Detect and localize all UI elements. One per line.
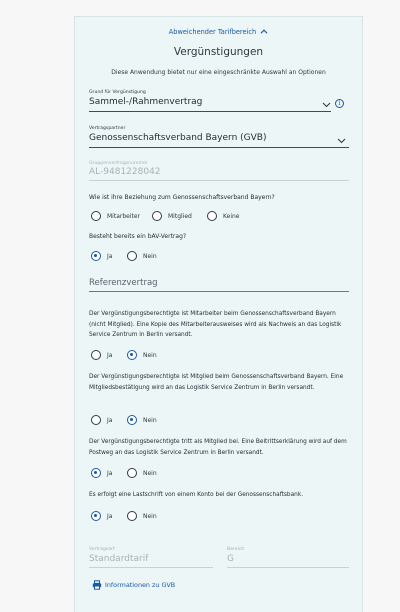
grund-underline [89, 111, 331, 112]
radio-bav-nein-label: Nein [143, 253, 157, 260]
section-title: Vergünstigungen [173, 46, 264, 58]
radio-beitritt-nein[interactable] [127, 468, 137, 478]
radio-lastschrift-nein[interactable] [127, 511, 137, 521]
radio-mitglied-ja[interactable] [91, 415, 101, 425]
radio-beitritt-ja-label: Ja [107, 470, 113, 477]
radio-keine[interactable] [207, 211, 217, 221]
lastschrift-question: Es erfolgt eine Lastschrift von einem Ko… [89, 492, 304, 498]
gruppe-label: Gruppenvertragsnummer [89, 161, 148, 166]
print-icon [92, 580, 102, 590]
referenz-input[interactable]: Referenzvertrag [89, 278, 158, 288]
bereich-underline [227, 567, 349, 568]
radio-mitarbeiter-ja[interactable] [91, 350, 101, 360]
beziehung-question: Wie ist ihre Beziehung zum Genossenschaf… [89, 194, 275, 201]
referenz-underline [89, 291, 349, 292]
radio-lastschrift-ja[interactable] [91, 511, 101, 521]
info-link-label: Informationen zu GVB [105, 581, 176, 589]
gruppe-value: AL-9481228042 [89, 167, 161, 177]
chevron-down-icon[interactable] [337, 138, 346, 144]
bereich-label: Bereich [227, 547, 245, 552]
bereich-value: G [227, 554, 234, 564]
radio-bav-ja-label: Ja [107, 253, 113, 260]
partner-select-value[interactable]: Genossenschaftsverband Bayern (GVB) [89, 133, 266, 143]
discount-panel: Abweichender Tarifbereich Vergünstigunge… [74, 16, 363, 612]
vertragsart-value: Standardtarif [89, 554, 149, 564]
tarifbereich-toggle-label: Abweichender Tarifbereich [168, 28, 257, 36]
radio-bav-nein[interactable] [127, 251, 137, 261]
radio-lastschrift-ja-label: Ja [107, 513, 113, 520]
radio-mitarbeiter-nein-label: Nein [143, 352, 157, 359]
tarifbereich-toggle[interactable]: Abweichender Tarifbereich [75, 28, 362, 36]
radio-mitarbeiter-ja-label: Ja [107, 352, 113, 359]
radio-mitglied[interactable] [152, 211, 162, 221]
chevron-down-icon[interactable] [322, 102, 331, 108]
mitglied-question: Der Vergünstigungsberechtigte ist Mitgli… [89, 374, 344, 391]
radio-mitarbeiter[interactable] [91, 211, 101, 221]
grund-label: Grund für Vergünstigung [89, 90, 146, 95]
radio-lastschrift-nein-label: Nein [143, 513, 157, 520]
radio-beitritt-ja[interactable] [91, 468, 101, 478]
mitarbeiter-question: Der Vergünstigungsberechtigte ist Mitarb… [89, 311, 342, 338]
partner-label: Vertragspartner [89, 126, 126, 131]
radio-mitglied-label: Mitglied [168, 213, 192, 220]
grund-select-value[interactable]: Sammel-/Rahmenvertrag [89, 97, 202, 107]
radio-mitglied-nein[interactable] [127, 415, 137, 425]
radio-beitritt-nein-label: Nein [143, 470, 157, 477]
radio-mitglied-nein-label: Nein [143, 417, 157, 424]
radio-mitarbeiter-label: Mitarbeiter [107, 213, 141, 220]
partner-underline [89, 147, 349, 148]
section-subtitle: Diese Anwendung bietet nur eine eingesch… [111, 69, 326, 76]
beitritt-question: Der Vergünstigungsberechtigte tritt als … [89, 439, 347, 456]
info-icon[interactable]: i [335, 99, 344, 108]
vertragsart-underline [89, 567, 213, 568]
radio-mitglied-ja-label: Ja [107, 417, 113, 424]
bav-question: Besteht bereits ein bAV-Vertrag? [89, 233, 187, 240]
vertragsart-label: Vertragsart [89, 547, 115, 552]
gruppe-underline [89, 180, 349, 181]
radio-bav-ja[interactable] [91, 251, 101, 261]
radio-mitarbeiter-nein[interactable] [127, 350, 137, 360]
radio-keine-label: Keine [223, 213, 240, 220]
chevron-up-icon [260, 28, 268, 36]
